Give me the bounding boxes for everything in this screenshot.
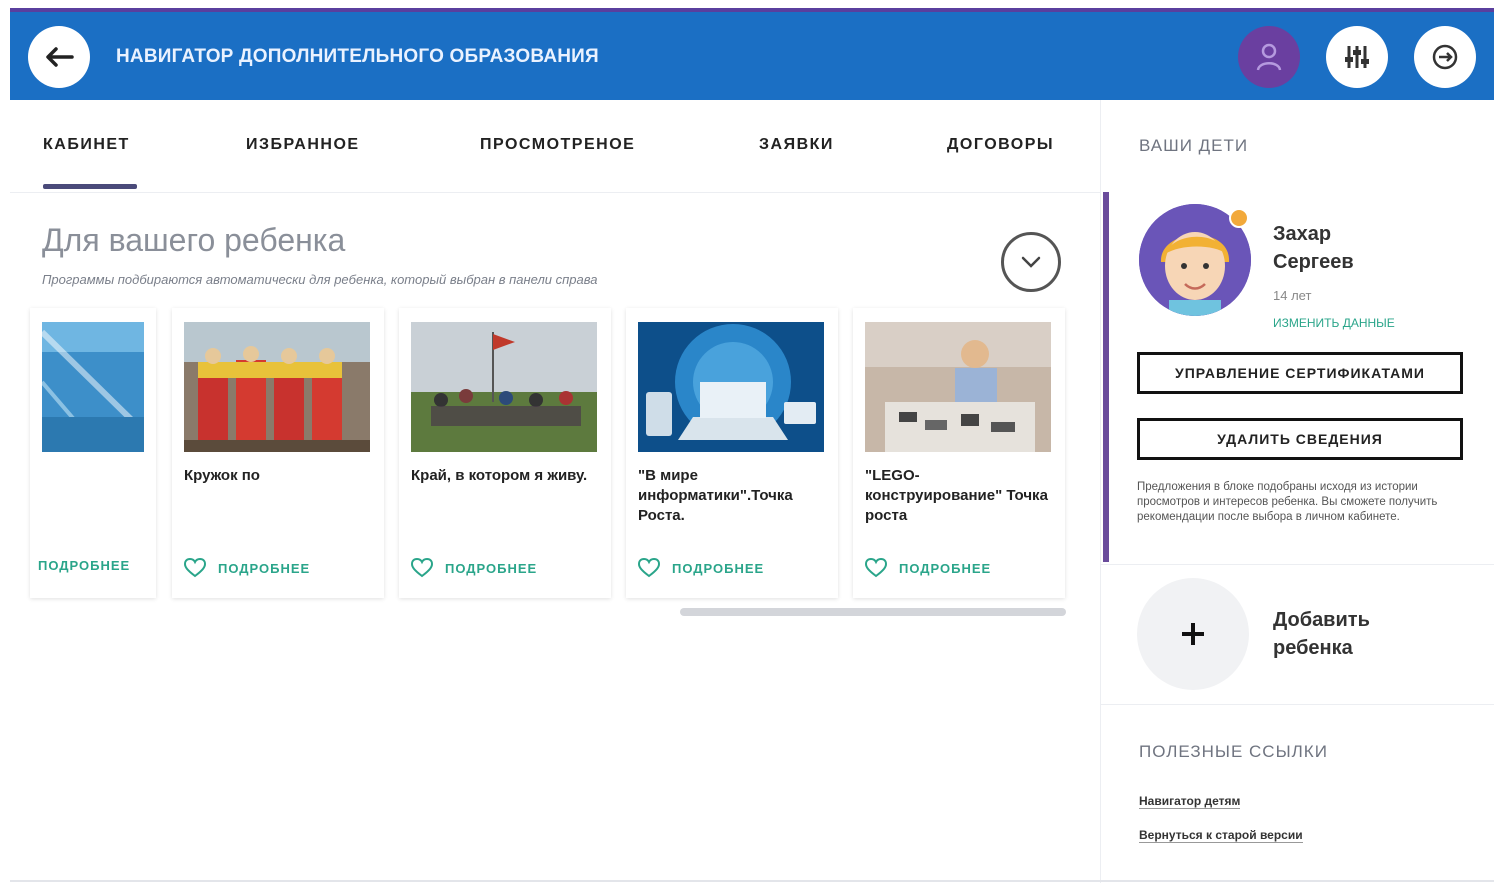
child-first-name: Захар: [1273, 223, 1332, 245]
program-card[interactable]: "LEGO-конструирование" Точка роста ПОДРО…: [853, 308, 1065, 598]
heart-icon[interactable]: [638, 558, 660, 578]
card-more-link[interactable]: ПОДРОБНЕЕ: [445, 561, 537, 576]
heart-icon[interactable]: [865, 558, 887, 578]
card-image: [865, 322, 1051, 452]
selected-child-indicator: [1103, 192, 1109, 562]
delete-info-button[interactable]: УДАЛИТЬ СВЕДЕНИЯ: [1137, 418, 1463, 460]
useful-links-heading: ПОЛЕЗНЫЕ ССЫЛКИ: [1139, 742, 1328, 761]
manage-certificates-button[interactable]: УПРАВЛЕНИЕ СЕРТИФИКАТАМИ: [1137, 352, 1463, 394]
card-more-link[interactable]: ПОДРОБНЕЕ: [899, 561, 991, 576]
divider: [1101, 564, 1494, 565]
sliders-icon: [1345, 46, 1369, 68]
cabinet-tabs: КАБИНЕТ ИЗБРАННОЕ ПРОСМОТРЕНОЕ ЗАЯВКИ ДО…: [10, 100, 1100, 193]
cards-scrollbar[interactable]: [680, 608, 1066, 616]
child-age: 14 лет: [1273, 288, 1312, 303]
add-child-label[interactable]: Добавить ребенка: [1273, 606, 1370, 662]
tab-requests[interactable]: ЗАЯВКИ: [759, 136, 834, 154]
page-bottom-border: [10, 880, 1494, 882]
arrow-left-icon: [46, 47, 74, 67]
top-navbar: НАВИГАТОР ДОПОЛНИТЕЛЬНОГО ОБРАЗОВАНИЯ: [10, 8, 1494, 100]
useful-link[interactable]: Вернуться к старой версии: [1139, 828, 1303, 843]
card-title: Кружок по: [184, 467, 260, 484]
tab-favorites[interactable]: ИЗБРАННОЕ: [246, 136, 360, 154]
card-footer: ПОДРОБНЕЕ: [865, 558, 991, 578]
add-child-button[interactable]: [1137, 578, 1249, 690]
add-child-label-line1: Добавить: [1273, 609, 1370, 631]
heart-icon[interactable]: [184, 558, 206, 578]
divider: [1101, 704, 1494, 705]
child-last-name: Сергеев: [1273, 251, 1354, 273]
plus-icon: [1182, 623, 1204, 645]
logout-icon: [1432, 44, 1458, 70]
card-title: "В мире информатики".Точка Роста.: [638, 467, 793, 524]
card-image: [638, 322, 824, 452]
card-image: [184, 322, 370, 452]
recommendation-note: Предложения в блоке подобраны исходя из …: [1137, 481, 1438, 523]
children-heading: ВАШИ ДЕТИ: [1139, 136, 1249, 155]
filter-button[interactable]: [1326, 26, 1388, 88]
useful-link[interactable]: Навигатор детям: [1139, 794, 1241, 809]
card-image: [42, 322, 144, 452]
tab-contracts[interactable]: ДОГОВОРЫ: [947, 136, 1054, 154]
sidebar: ВАШИ ДЕТИ Захар Сергеев 14 лет ИЗМЕНИТЬ …: [1100, 100, 1494, 883]
heart-icon[interactable]: [411, 558, 433, 578]
card-image: [411, 322, 597, 452]
edit-child-link[interactable]: ИЗМЕНИТЬ ДАННЫЕ: [1273, 316, 1395, 330]
card-more-link[interactable]: ПОДРОБНЕЕ: [218, 561, 310, 576]
program-card[interactable]: Кружок по ПОДРОБНЕЕ: [172, 308, 384, 598]
back-button[interactable]: [28, 26, 90, 88]
app-title: НАВИГАТОР ДОПОЛНИТЕЛЬНОГО ОБРАЗОВАНИЯ: [116, 46, 599, 67]
chevron-down-icon: [1021, 256, 1041, 268]
section-title: Для вашего ребенка: [42, 222, 346, 258]
program-card[interactable]: "В мире информатики".Точка Роста. ПОДРОБ…: [626, 308, 838, 598]
tab-viewed[interactable]: ПРОСМОТРЕНОЕ: [480, 136, 635, 154]
card-title: "LEGO-конструирование" Точка роста: [865, 467, 1048, 524]
notification-dot: [1229, 208, 1249, 228]
card-more-link[interactable]: ПОДРОБНЕЕ: [672, 561, 764, 576]
tab-cabinet[interactable]: КАБИНЕТ: [43, 136, 130, 154]
profile-button[interactable]: [1238, 26, 1300, 88]
add-child-label-line2: ребенка: [1273, 637, 1353, 659]
child-name: Захар Сергеев: [1273, 220, 1354, 276]
card-footer: ПОДРОБНЕЕ: [184, 558, 310, 578]
card-footer: ПОДРОБНЕЕ: [411, 558, 537, 578]
program-card[interactable]: ПОДРОБНЕЕ: [30, 308, 156, 598]
card-title: Край, в котором я живу.: [411, 467, 588, 484]
active-tab-indicator: [43, 184, 137, 189]
expand-button[interactable]: [1001, 232, 1061, 292]
user-icon: [1256, 43, 1282, 71]
logout-button[interactable]: [1414, 26, 1476, 88]
program-card[interactable]: Край, в котором я живу. ПОДРОБНЕЕ: [399, 308, 611, 598]
card-footer: ПОДРОБНЕЕ: [638, 558, 764, 578]
card-footer: ПОДРОБНЕЕ: [38, 558, 130, 573]
card-more-link[interactable]: ПОДРОБНЕЕ: [38, 558, 130, 573]
section-subtitle: Программы подбираются автоматически для …: [42, 272, 598, 287]
